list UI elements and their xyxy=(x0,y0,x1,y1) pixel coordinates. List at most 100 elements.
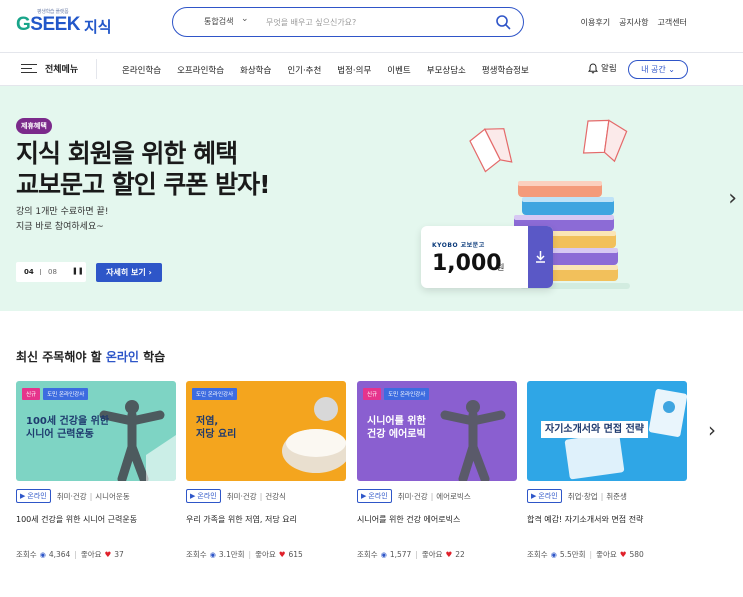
banner-description: 강의 1개만 수료하면 끝! 지금 바로 참여하세요~ xyxy=(16,205,108,235)
header: 평생학습 플랫폼 GSEEK 지식 통합검색 ⌄ 이용후기 공지사항 고객센터 xyxy=(0,0,743,48)
search-bar: 통합검색 ⌄ xyxy=(172,7,524,37)
course-thumbnail[interactable]: 신규 도민 온라인강사 100세 건강을 위한 시니어 근력운동 xyxy=(16,381,176,481)
heart-icon: ♥ xyxy=(278,550,286,559)
card-title[interactable]: 시니어를 위한 건강 에어로빅스 xyxy=(357,514,460,525)
likes-label: 좋아요 xyxy=(596,550,617,559)
logo-g-letter: G xyxy=(16,14,31,35)
nav-item-offline[interactable]: 오프라인학습 xyxy=(177,64,224,76)
all-menu-button[interactable]: 전체메뉴 xyxy=(21,62,78,75)
thumbnail-caption: 100세 건강을 위한 시니어 근력운동 xyxy=(26,415,109,441)
thumbnail-caption-line1: 저염, xyxy=(196,416,219,427)
logo-sub: 지식 xyxy=(84,18,112,36)
meta-divider: | xyxy=(600,491,604,501)
views-count: 3.1만회 xyxy=(218,550,245,559)
pager-total: 08 xyxy=(48,268,57,276)
banner-title: 지식 회원을 위한 혜택 교보문고 할인 쿠폰 받자! xyxy=(16,138,271,200)
nav-item-video[interactable]: 화상학습 xyxy=(240,64,271,76)
course-card[interactable]: 도민 온라인강사 저염, 저당 요리 ▶ 온라인 취미·건강 | 건강식 우리 가족을… xyxy=(186,381,346,559)
pause-icon[interactable]: ❚❚ xyxy=(72,267,84,275)
banner-pager: 04 08 ❚❚ xyxy=(16,262,86,282)
nav-item-parent-counsel[interactable]: 부모상담소 xyxy=(427,64,466,76)
pager-current: 04 xyxy=(24,268,34,276)
course-card[interactable]: 자기소개서와 면접 전략 ▶ 온라인 취업·창업 | 취준생 합격 예감! 자기소개서… xyxy=(527,381,687,559)
card-tags: 신규 도민 온라인강사 xyxy=(22,388,89,400)
alarm-button[interactable]: 알림 xyxy=(588,62,617,74)
hamburger-icon xyxy=(21,63,37,74)
nav-item-popular[interactable]: 인기·추천 xyxy=(287,64,321,76)
card-title[interactable]: 합격 예감! 자기소개서와 면접 전략 xyxy=(527,514,643,525)
link-customer-center[interactable]: 고객센터 xyxy=(658,17,687,28)
search-input[interactable] xyxy=(266,15,486,29)
nav-item-event[interactable]: 이벤트 xyxy=(387,64,410,76)
views-label: 조회수 xyxy=(357,550,378,559)
pager-divider xyxy=(40,269,41,275)
course-card[interactable]: 신규 도민 온라인강사 100세 건강을 위한 시니어 근력운동 ▶ 온라인 취미… xyxy=(16,381,176,559)
play-icon: ▶ xyxy=(20,492,26,500)
coupon-download-button[interactable] xyxy=(528,226,553,288)
link-reviews[interactable]: 이용후기 xyxy=(581,17,610,28)
card-subcategory: 에어로빅스 xyxy=(436,491,471,501)
meta-divider: | xyxy=(89,491,93,501)
stats-divider: | xyxy=(589,550,593,559)
tag-instructor: 도민 온라인강사 xyxy=(192,388,238,400)
card-subcategory: 시니어운동 xyxy=(95,491,130,501)
banner-desc-line2: 지금 바로 참여하세요~ xyxy=(16,222,104,232)
online-badge-label: 온라인 xyxy=(197,492,217,500)
course-card[interactable]: 신규 도민 온라인강사 시니어를 위한 건강 에어로빅 ▶ 온라인 취미·건강 | 에… xyxy=(357,381,517,559)
nav-item-legal[interactable]: 법정·의무 xyxy=(337,64,371,76)
chevron-right-icon[interactable]: › xyxy=(708,418,716,442)
card-meta: ▶ 온라인 취미·건강 | 시니어운동 xyxy=(16,489,130,503)
heart-icon: ♥ xyxy=(619,550,627,559)
card-category: 취미·건강 xyxy=(56,491,87,501)
chevron-down-icon[interactable]: ⌄ xyxy=(241,14,249,24)
top-links: 이용후기 공지사항 고객센터 xyxy=(581,17,687,28)
meta-divider: | xyxy=(430,491,434,501)
thumbnail-caption-line1: 100세 건강을 위한 xyxy=(26,416,110,427)
bell-icon xyxy=(588,62,598,73)
card-category: 취미·건강 xyxy=(226,491,257,501)
nav-item-lifelong-info[interactable]: 평생학습정보 xyxy=(482,64,529,76)
kyobo-coupon[interactable]: KYOBO 교보문고 1,000 원 xyxy=(421,226,553,288)
views-label: 조회수 xyxy=(527,550,548,559)
online-badge: ▶ 온라인 xyxy=(186,489,221,503)
online-badge-label: 온라인 xyxy=(27,492,47,500)
logo-seek: SEEK xyxy=(30,14,81,35)
stats-divider: | xyxy=(74,550,77,559)
card-title[interactable]: 100세 건강을 위한 시니어 근력운동 xyxy=(16,514,137,525)
gseek-logo[interactable]: 평생학습 플랫폼 GSEEK 지식 xyxy=(16,8,116,38)
card-title[interactable]: 우리 가족을 위한 저염, 저당 요리 xyxy=(186,514,297,525)
likes-count: 580 xyxy=(629,550,644,559)
coupon-brand: KYOBO 교보문고 xyxy=(432,242,485,249)
course-thumbnail[interactable]: 신규 도민 온라인강사 시니어를 위한 건강 에어로빅 xyxy=(357,381,517,481)
my-space-button[interactable]: 내 공간 ⌄ xyxy=(628,60,688,79)
nav-item-online[interactable]: 온라인학습 xyxy=(122,64,161,76)
detail-button[interactable]: 자세히 보기 › xyxy=(96,263,162,282)
online-badge: ▶ 온라인 xyxy=(527,489,562,503)
likes-count: 615 xyxy=(288,550,303,559)
download-icon xyxy=(536,251,545,263)
search-category-select[interactable]: 통합검색 xyxy=(204,16,233,27)
logo-wordmark: GSEEK xyxy=(16,14,81,36)
link-notice[interactable]: 공지사항 xyxy=(619,17,648,28)
stats-divider: | xyxy=(415,550,418,559)
tag-new: 신규 xyxy=(363,388,382,400)
banner-title-line2: 교보문고 할인 쿠폰 받자! xyxy=(16,170,271,199)
coupon-amount: 1,000 xyxy=(432,251,502,276)
partner-benefit-badge: 제휴혜택 xyxy=(16,118,52,134)
eye-icon: ◉ xyxy=(550,550,557,559)
card-stats: 조회수 ◉ 1,577 | 좋아요 ♥ 22 xyxy=(357,549,465,560)
course-thumbnail[interactable]: 도민 온라인강사 저염, 저당 요리 xyxy=(186,381,346,481)
hero-banner: 제휴혜택 지식 회원을 위한 혜택 교보문고 할인 쿠폰 받자! 강의 1개만 … xyxy=(0,86,743,311)
meta-divider: | xyxy=(259,491,263,501)
card-meta: ▶ 온라인 취업·창업 | 취준생 xyxy=(527,489,627,503)
aerobics-figure-illustration xyxy=(440,400,506,481)
heart-icon: ♥ xyxy=(104,550,112,559)
play-icon: ▶ xyxy=(361,492,367,500)
likes-count: 37 xyxy=(114,550,124,559)
course-thumbnail[interactable]: 자기소개서와 면접 전략 xyxy=(527,381,687,481)
thumbnail-caption: 자기소개서와 면접 전략 xyxy=(541,421,648,438)
search-icon[interactable] xyxy=(495,14,511,30)
chevron-right-icon[interactable]: › xyxy=(728,186,737,211)
thumbnail-caption: 시니어를 위한 건강 에어로빅 xyxy=(367,415,426,441)
section-title-suffix: 학습 xyxy=(138,350,166,364)
